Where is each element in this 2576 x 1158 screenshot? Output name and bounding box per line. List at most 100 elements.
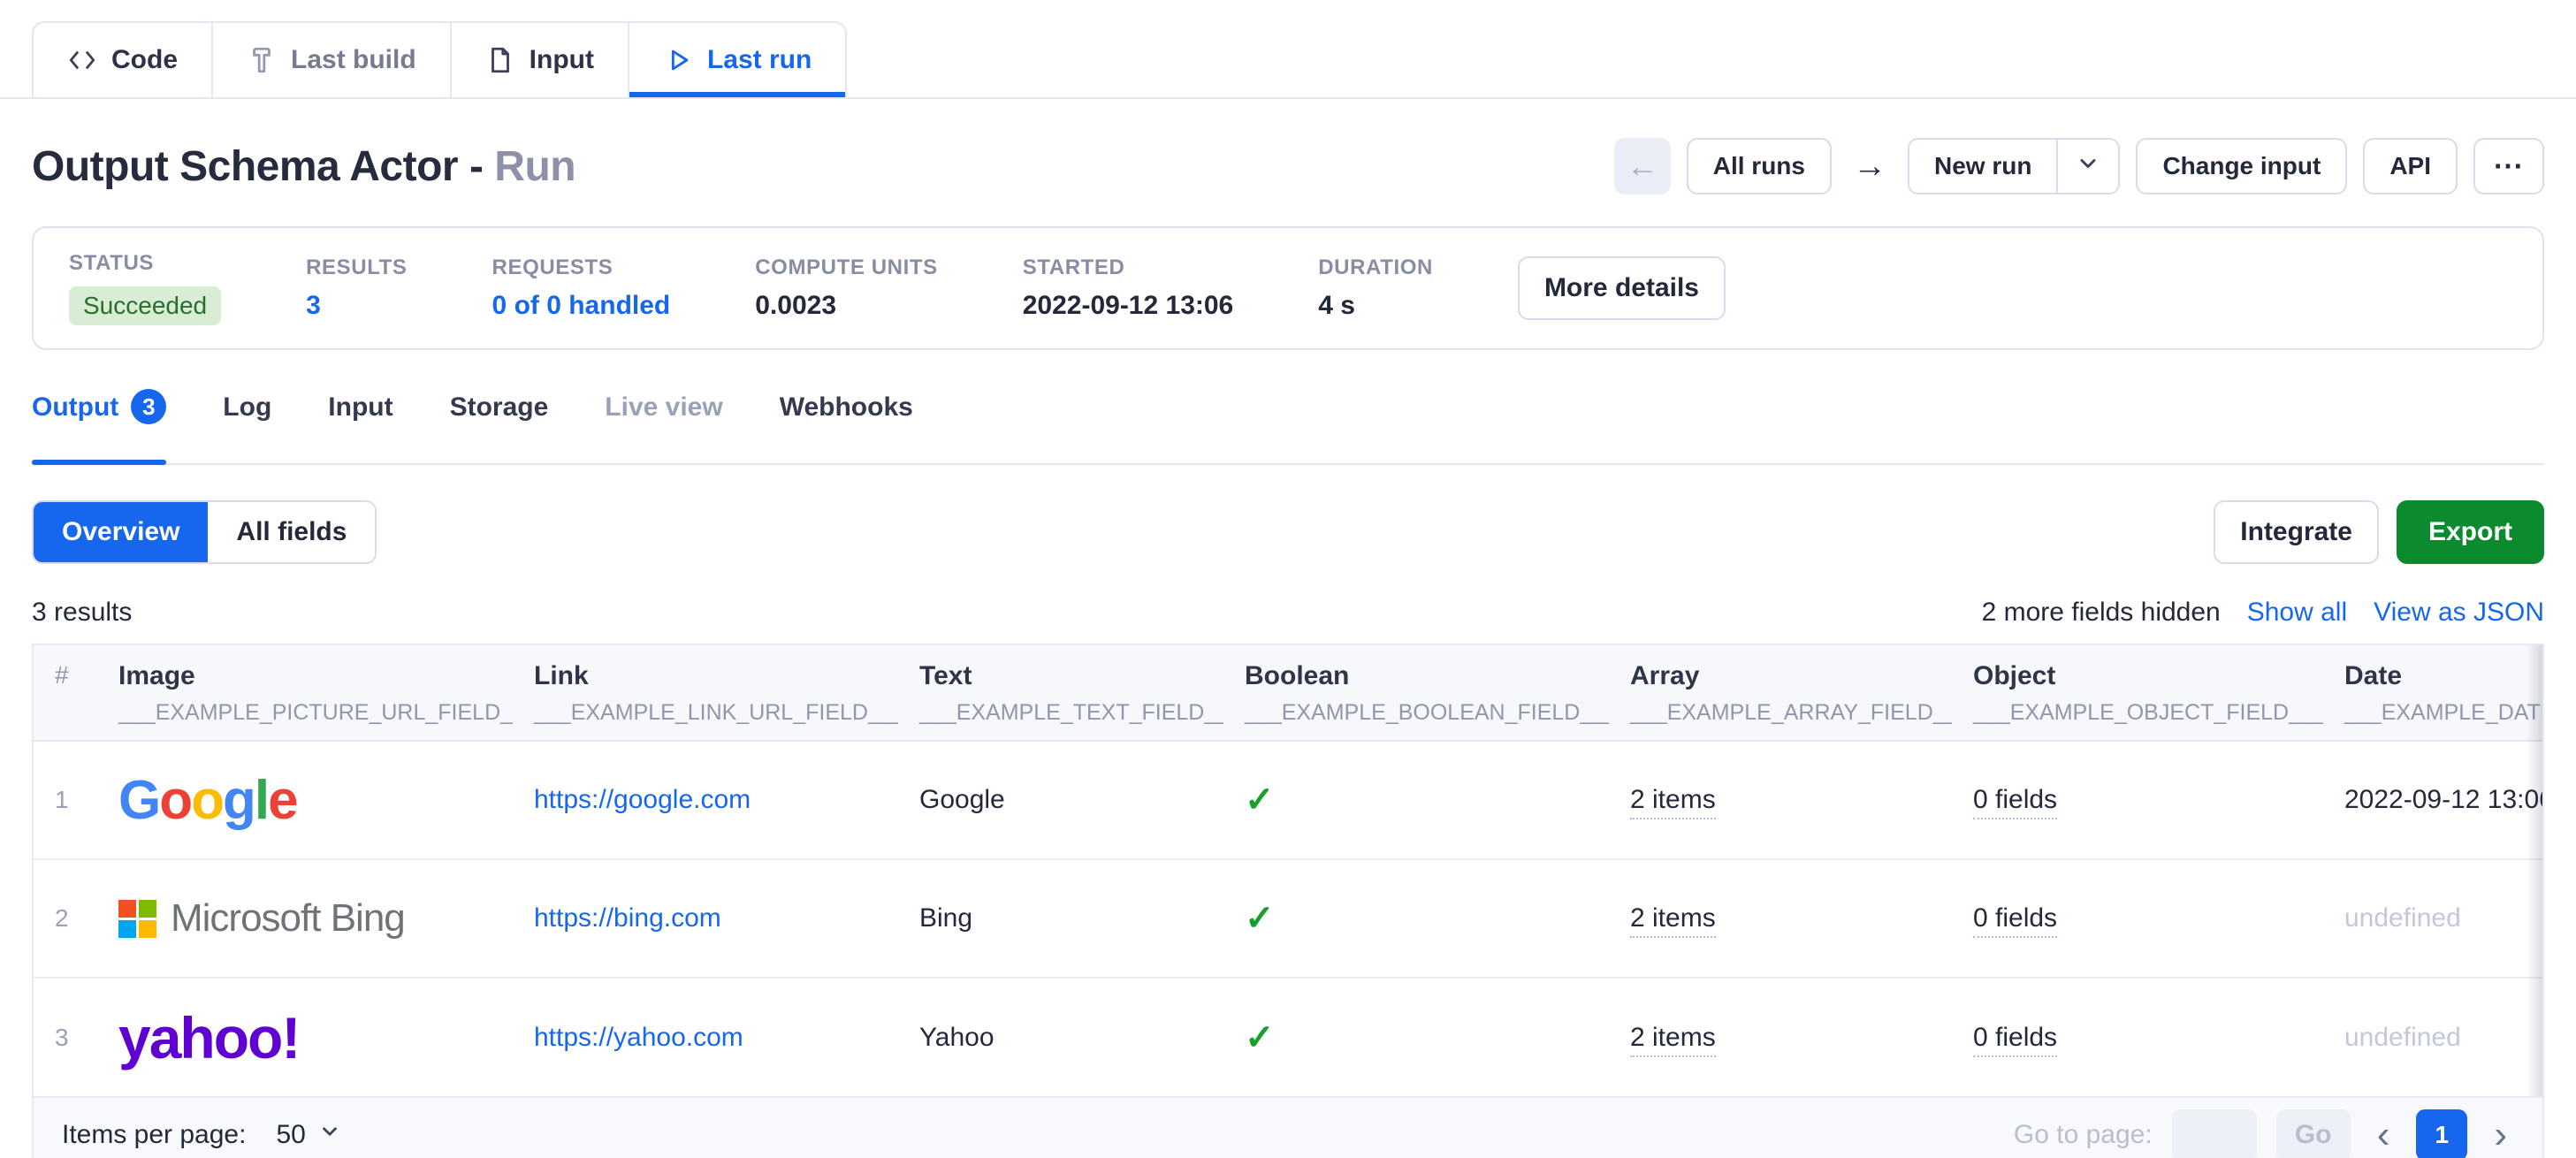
- table-scroll-area[interactable]: # Image ___EXAMPLE_PICTURE_URL_FIELD___ …: [34, 645, 2542, 1096]
- tab-last-build-label: Last build: [291, 45, 416, 75]
- page-title: Output Schema Actor - Run: [32, 142, 575, 191]
- run-tab-live-view[interactable]: Live view: [605, 392, 722, 463]
- next-page-button[interactable]: ›: [2487, 1113, 2514, 1157]
- actor-name: Output Schema Actor: [32, 143, 458, 190]
- column-header-object: Object ___EXAMPLE_OBJECT_FIELD___: [1952, 645, 2323, 741]
- run-status-card: STATUS Succeeded RESULTS 3 REQUESTS 0 of…: [32, 226, 2544, 350]
- table-header-row: # Image ___EXAMPLE_PICTURE_URL_FIELD___ …: [34, 645, 2542, 741]
- chevron-right-icon: ›: [2494, 1113, 2507, 1156]
- results-meta-row: 3 results 2 more fields hidden Show all …: [32, 598, 2544, 628]
- row-index: 2: [34, 859, 97, 978]
- stat-duration: DURATION 4 s: [1318, 255, 1433, 321]
- object-cell: 0 fields: [1952, 859, 2323, 978]
- api-button[interactable]: API: [2363, 138, 2458, 194]
- run-tab-storage[interactable]: Storage: [450, 392, 549, 463]
- export-button[interactable]: Export: [2397, 500, 2544, 564]
- items-per-page-label: Items per page:: [62, 1120, 246, 1150]
- run-tab-log[interactable]: Log: [223, 392, 271, 463]
- row-index: 1: [34, 741, 97, 859]
- text-cell: Yahoo: [898, 978, 1223, 1096]
- checkmark-icon: ✓: [1245, 899, 1275, 938]
- tab-last-build[interactable]: Last build: [213, 23, 452, 97]
- array-items-expander[interactable]: 2 items: [1630, 1023, 1716, 1057]
- items-per-page-select[interactable]: 50: [276, 1120, 340, 1150]
- tab-last-run[interactable]: Last run: [629, 23, 845, 97]
- status-label: STATUS: [69, 251, 221, 276]
- hidden-fields-note: 2 more fields hidden: [1982, 598, 2221, 628]
- object-cell: 0 fields: [1952, 978, 2323, 1096]
- requests-label: REQUESTS: [492, 255, 671, 280]
- compute-units-label: COMPUTE UNITS: [755, 255, 937, 280]
- table-row: 2 Microsoft Bing https://bing.com Bing ✓: [34, 859, 2542, 978]
- object-fields-expander[interactable]: 0 fields: [1973, 1023, 2057, 1057]
- current-page-button[interactable]: 1: [2416, 1109, 2467, 1158]
- header-actions: ← All runs → New run Change input API ⋯: [1614, 138, 2544, 194]
- image-cell: Microsoft Bing: [97, 859, 513, 978]
- run-tab-webhooks[interactable]: Webhooks: [780, 392, 913, 463]
- text-cell: Bing: [898, 859, 1223, 978]
- prev-page-button[interactable]: ‹: [2370, 1113, 2397, 1157]
- requests-value[interactable]: 0 of 0 handled: [492, 291, 671, 321]
- duration-label: DURATION: [1318, 255, 1433, 280]
- array-items-expander[interactable]: 2 items: [1630, 903, 1716, 938]
- new-run-dropdown-button[interactable]: [2056, 140, 2118, 193]
- array-items-expander[interactable]: 2 items: [1630, 785, 1716, 819]
- boolean-cell: ✓: [1223, 859, 1609, 978]
- overview-option[interactable]: Overview: [34, 502, 208, 562]
- image-cell: Google: [97, 741, 513, 859]
- next-run-button[interactable]: →: [1848, 148, 1892, 186]
- table-row: 1 Google https://google.com Google ✓ 2 i…: [34, 741, 2542, 859]
- column-header-array: Array ___EXAMPLE_ARRAY_FIELD___: [1609, 645, 1952, 741]
- tab-code[interactable]: Code: [34, 23, 213, 97]
- output-count-badge: 3: [131, 389, 166, 424]
- tab-input[interactable]: Input: [452, 23, 629, 97]
- tab-code-label: Code: [111, 45, 178, 75]
- row-link[interactable]: https://bing.com: [534, 903, 721, 933]
- array-cell: 2 items: [1609, 978, 1952, 1096]
- prev-run-button[interactable]: ←: [1614, 138, 1671, 194]
- title-row: Output Schema Actor - Run ← All runs → N…: [32, 138, 2544, 194]
- view-as-json-link[interactable]: View as JSON: [2374, 598, 2544, 628]
- tab-last-run-label: Last run: [707, 45, 812, 75]
- all-runs-button[interactable]: All runs: [1687, 138, 1832, 194]
- object-fields-expander[interactable]: 0 fields: [1973, 903, 2057, 938]
- run-tab-output-label: Output: [32, 392, 118, 423]
- results-value[interactable]: 3: [306, 291, 407, 321]
- go-to-page-input[interactable]: [2172, 1109, 2257, 1158]
- column-header-text: Text ___EXAMPLE_TEXT_FIELD___: [898, 645, 1223, 741]
- view-toggle: Overview All fields: [32, 500, 377, 564]
- show-all-link[interactable]: Show all: [2247, 598, 2347, 628]
- object-fields-expander[interactable]: 0 fields: [1973, 785, 2057, 819]
- results-label: RESULTS: [306, 255, 407, 280]
- chevron-down-icon: [318, 1120, 341, 1150]
- right-arrow-icon: →: [1853, 148, 1886, 185]
- change-input-button[interactable]: Change input: [2136, 138, 2347, 194]
- more-details-button[interactable]: More details: [1518, 256, 1726, 320]
- run-tab-input[interactable]: Input: [328, 392, 392, 463]
- results-table-card: # Image ___EXAMPLE_PICTURE_URL_FIELD___ …: [32, 644, 2544, 1158]
- go-button[interactable]: Go: [2276, 1109, 2351, 1158]
- tab-input-label: Input: [530, 45, 594, 75]
- more-options-button[interactable]: ⋯: [2473, 138, 2544, 194]
- chevron-left-icon: ‹: [2377, 1113, 2390, 1156]
- column-header-link: Link ___EXAMPLE_LINK_URL_FIELD___: [513, 645, 898, 741]
- link-cell: https://google.com: [513, 741, 898, 859]
- integrate-button[interactable]: Integrate: [2214, 500, 2379, 564]
- stat-compute-units: COMPUTE UNITS 0.0023: [755, 255, 937, 321]
- boolean-cell: ✓: [1223, 978, 1609, 1096]
- column-header-image: Image ___EXAMPLE_PICTURE_URL_FIELD___: [97, 645, 513, 741]
- microsoft-squares-icon: [118, 900, 156, 938]
- stat-results: RESULTS 3: [306, 255, 407, 321]
- ellipsis-icon: ⋯: [2493, 149, 2525, 184]
- all-fields-option[interactable]: All fields: [208, 502, 375, 562]
- run-tab-output[interactable]: Output 3: [32, 392, 166, 463]
- row-link[interactable]: https://yahoo.com: [534, 1023, 743, 1052]
- title-separator: -: [469, 143, 483, 190]
- run-tab-input-label: Input: [328, 392, 392, 423]
- row-link[interactable]: https://google.com: [534, 785, 751, 814]
- items-per-page-value: 50: [276, 1120, 305, 1150]
- results-count: 3 results: [32, 598, 132, 628]
- image-cell: yahoo!: [97, 978, 513, 1096]
- new-run-button[interactable]: New run: [1909, 140, 2056, 193]
- text-cell: Google: [898, 741, 1223, 859]
